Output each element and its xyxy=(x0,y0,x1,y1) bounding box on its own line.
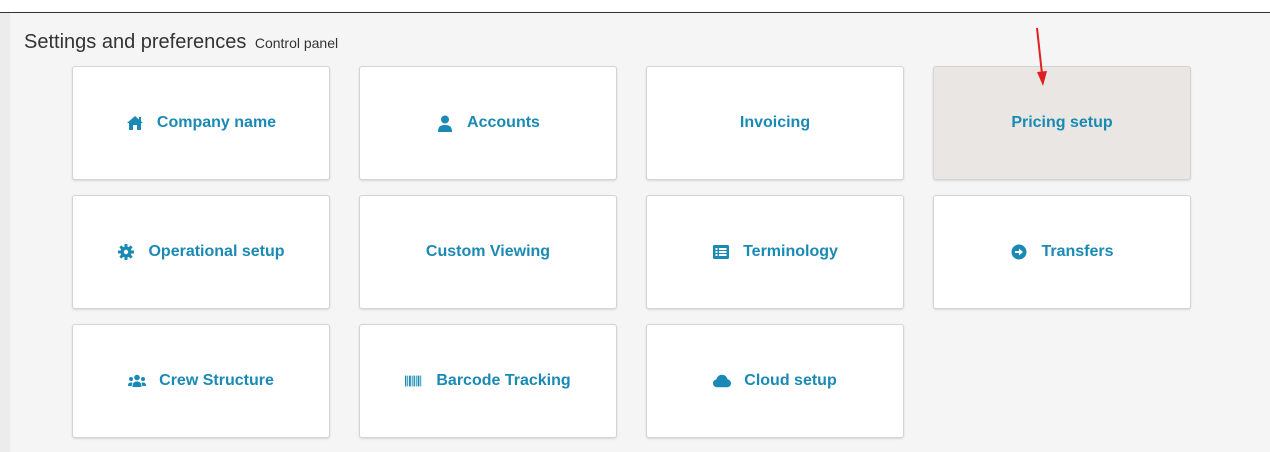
left-edge-strip xyxy=(0,13,10,452)
tile-label: Pricing setup xyxy=(1011,114,1113,131)
tile-label: Company name xyxy=(156,114,277,131)
tile-terminology[interactable]: Terminology xyxy=(646,195,904,309)
tile-accounts[interactable]: Accounts xyxy=(359,66,617,180)
page-header: Settings and preferences Control panel xyxy=(24,31,338,54)
tile-label: Accounts xyxy=(467,114,540,131)
user-icon xyxy=(436,114,454,132)
tile-barcode-tracking[interactable]: Barcode Tracking xyxy=(359,324,617,438)
tile-transfers[interactable]: Transfers xyxy=(933,195,1191,309)
tile-label: Invoicing xyxy=(739,114,811,131)
gear-icon xyxy=(117,243,135,261)
tile-operational-setup[interactable]: Operational setup xyxy=(72,195,330,309)
annotation-arrow xyxy=(1036,27,1047,86)
tile-label: Transfers xyxy=(1041,243,1114,260)
page-title: Settings and preferences xyxy=(24,31,247,53)
tile-label: Custom Viewing xyxy=(425,243,551,260)
tile-crew-structure[interactable]: Crew Structure xyxy=(72,324,330,438)
home-icon xyxy=(126,114,144,132)
page-subtitle: Control panel xyxy=(254,35,339,51)
settings-tile-grid: Company name Accounts Invoicing Pricing … xyxy=(72,66,1191,438)
arrow-circle-right-icon xyxy=(1010,243,1028,261)
users-icon xyxy=(128,372,147,390)
cloud-icon xyxy=(713,372,732,390)
tile-label: Cloud setup xyxy=(744,372,837,389)
tile-cloud-setup[interactable]: Cloud setup xyxy=(646,324,904,438)
tile-label: Barcode Tracking xyxy=(436,372,571,389)
tile-company-name[interactable]: Company name xyxy=(72,66,330,180)
tile-custom-viewing[interactable]: Custom Viewing xyxy=(359,195,617,309)
barcode-icon xyxy=(405,372,423,390)
tile-label: Crew Structure xyxy=(159,372,274,389)
tile-pricing-setup[interactable]: Pricing setup xyxy=(933,66,1191,180)
list-icon xyxy=(712,243,730,261)
tile-label: Terminology xyxy=(743,243,838,260)
tile-label: Operational setup xyxy=(148,243,285,260)
tile-invoicing[interactable]: Invoicing xyxy=(646,66,904,180)
settings-page: Settings and preferences Control panel C… xyxy=(0,12,1270,452)
